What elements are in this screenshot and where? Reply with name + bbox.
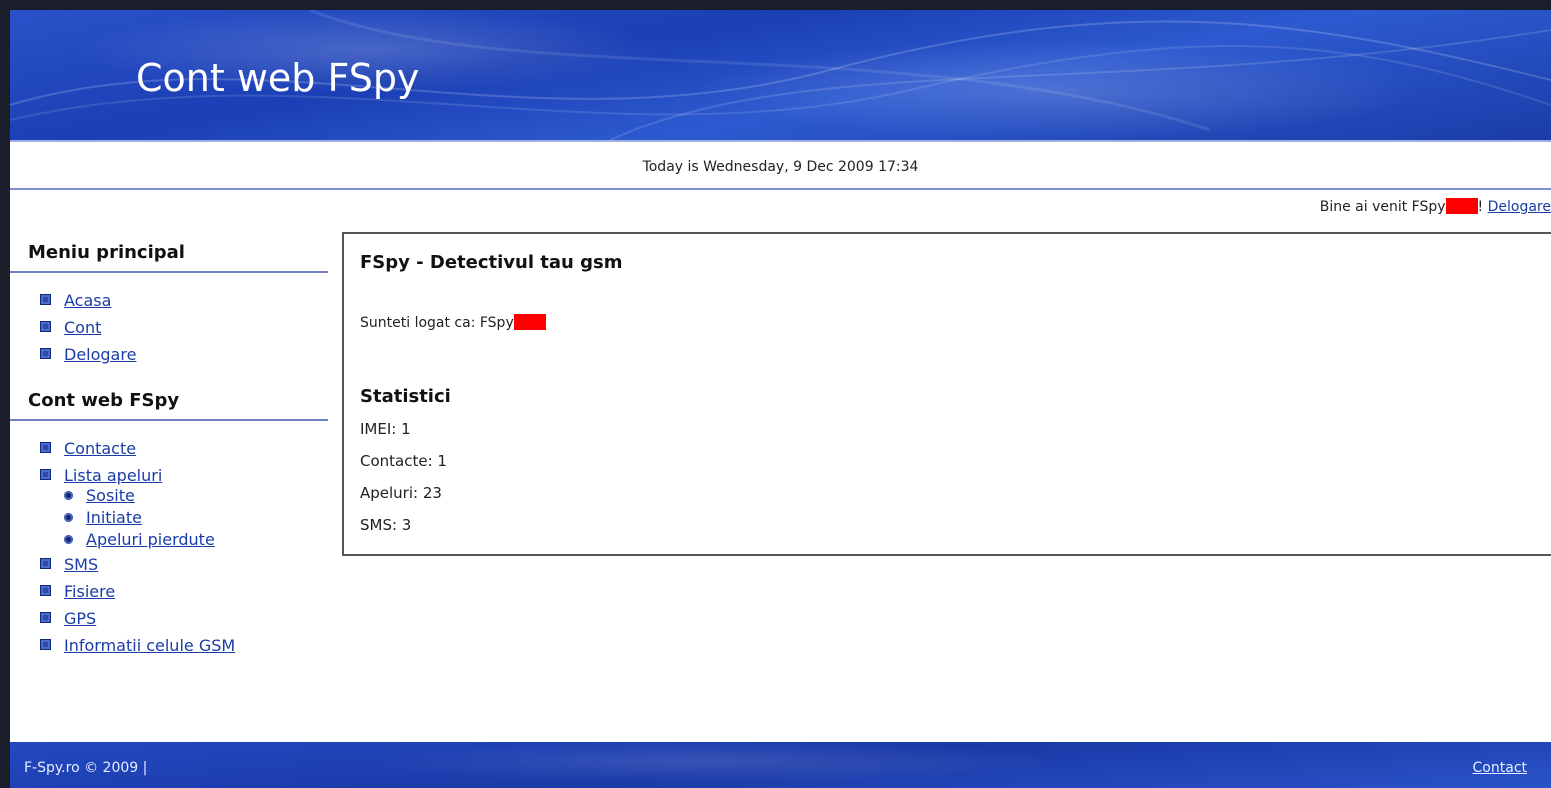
logged-in-as: Sunteti logat ca: FSpy bbox=[360, 314, 546, 331]
menu-link-lista-apeluri[interactable]: Lista apeluri bbox=[64, 466, 162, 485]
page-frame: Cont web FSpy Today is Wednesday, 9 Dec … bbox=[10, 10, 1551, 788]
square-bullet-icon bbox=[40, 442, 51, 453]
welcome-suffix: ! bbox=[1477, 199, 1488, 215]
submenu-link-apeluri-pierdute[interactable]: Apeluri pierdute bbox=[86, 530, 215, 549]
square-bullet-icon bbox=[40, 294, 51, 305]
menu-item-gps: GPS bbox=[40, 605, 328, 632]
menu-link-delogare[interactable]: Delogare bbox=[64, 345, 136, 364]
square-bullet-icon bbox=[40, 558, 51, 569]
submenu-link-sosite[interactable]: Sosite bbox=[86, 486, 135, 505]
submenu-item-sosite: Sosite bbox=[64, 485, 328, 507]
footer-contact: Contact bbox=[1473, 760, 1527, 776]
account-menu: Contacte Lista apeluri Sosite Initiate A… bbox=[10, 421, 328, 671]
sidebar: Meniu principal Acasa Cont Delogare Cont… bbox=[10, 232, 328, 671]
footer-copyright: F-Spy.ro © 2009 | bbox=[24, 760, 148, 776]
call-list-submenu: Sosite Initiate Apeluri pierdute bbox=[40, 485, 328, 551]
main-menu-heading: Meniu principal bbox=[10, 232, 328, 273]
menu-link-cont[interactable]: Cont bbox=[64, 318, 101, 337]
redacted-username bbox=[513, 314, 546, 330]
submenu-item-apeluri-pierdute: Apeluri pierdute bbox=[64, 529, 328, 551]
square-bullet-icon bbox=[40, 348, 51, 359]
menu-link-gps[interactable]: GPS bbox=[64, 609, 96, 628]
site-footer: F-Spy.ro © 2009 | Contact bbox=[10, 742, 1551, 788]
header-logout-link[interactable]: Delogare bbox=[1488, 199, 1551, 215]
circle-bullet-icon bbox=[64, 513, 73, 522]
menu-item-lista-apeluri: Lista apeluri Sosite Initiate Apeluri pi… bbox=[40, 462, 328, 551]
menu-link-informatii-celule[interactable]: Informatii celule GSM bbox=[64, 636, 235, 655]
stat-sms: SMS: 3 bbox=[360, 516, 412, 534]
footer-contact-link[interactable]: Contact bbox=[1473, 760, 1527, 776]
stat-contacte: Contacte: 1 bbox=[360, 452, 447, 470]
content-title: FSpy - Detectivul tau gsm bbox=[360, 252, 623, 273]
menu-item-informatii-celule: Informatii celule GSM bbox=[40, 632, 328, 659]
submenu-link-initiate[interactable]: Initiate bbox=[86, 508, 142, 527]
square-bullet-icon bbox=[40, 612, 51, 623]
statistics-heading: Statistici bbox=[360, 386, 451, 407]
redacted-username bbox=[1445, 198, 1478, 214]
site-header: Cont web FSpy bbox=[10, 10, 1551, 142]
menu-item-sms: SMS bbox=[40, 551, 328, 578]
current-date-text: Today is Wednesday, 9 Dec 2009 17:34 bbox=[642, 159, 919, 175]
menu-item-fisiere: Fisiere bbox=[40, 578, 328, 605]
account-menu-heading: Cont web FSpy bbox=[10, 380, 328, 421]
stat-apeluri: Apeluri: 23 bbox=[360, 484, 442, 502]
submenu-item-initiate: Initiate bbox=[64, 507, 328, 529]
square-bullet-icon bbox=[40, 321, 51, 332]
menu-link-fisiere[interactable]: Fisiere bbox=[64, 582, 115, 601]
main-menu: Acasa Cont Delogare bbox=[10, 273, 328, 380]
menu-link-sms[interactable]: SMS bbox=[64, 555, 98, 574]
menu-link-acasa[interactable]: Acasa bbox=[64, 291, 111, 310]
menu-item-acasa: Acasa bbox=[40, 287, 328, 314]
stat-imei: IMEI: 1 bbox=[360, 420, 411, 438]
welcome-text: Bine ai venit FSpy bbox=[1319, 199, 1446, 215]
square-bullet-icon bbox=[40, 585, 51, 596]
main-content-box: FSpy - Detectivul tau gsm Sunteti logat … bbox=[342, 232, 1551, 556]
circle-bullet-icon bbox=[64, 491, 73, 500]
square-bullet-icon bbox=[40, 469, 51, 480]
menu-item-contacte: Contacte bbox=[40, 435, 328, 462]
date-bar: Today is Wednesday, 9 Dec 2009 17:34 bbox=[10, 142, 1551, 190]
welcome-message: Bine ai venit FSpy! Delogare bbox=[1320, 198, 1551, 215]
square-bullet-icon bbox=[40, 639, 51, 650]
circle-bullet-icon bbox=[64, 535, 73, 544]
menu-item-delogare: Delogare bbox=[40, 341, 328, 368]
site-title: Cont web FSpy bbox=[136, 56, 420, 100]
logged-in-text: Sunteti logat ca: FSpy bbox=[360, 315, 514, 331]
menu-item-cont: Cont bbox=[40, 314, 328, 341]
menu-link-contacte[interactable]: Contacte bbox=[64, 439, 136, 458]
